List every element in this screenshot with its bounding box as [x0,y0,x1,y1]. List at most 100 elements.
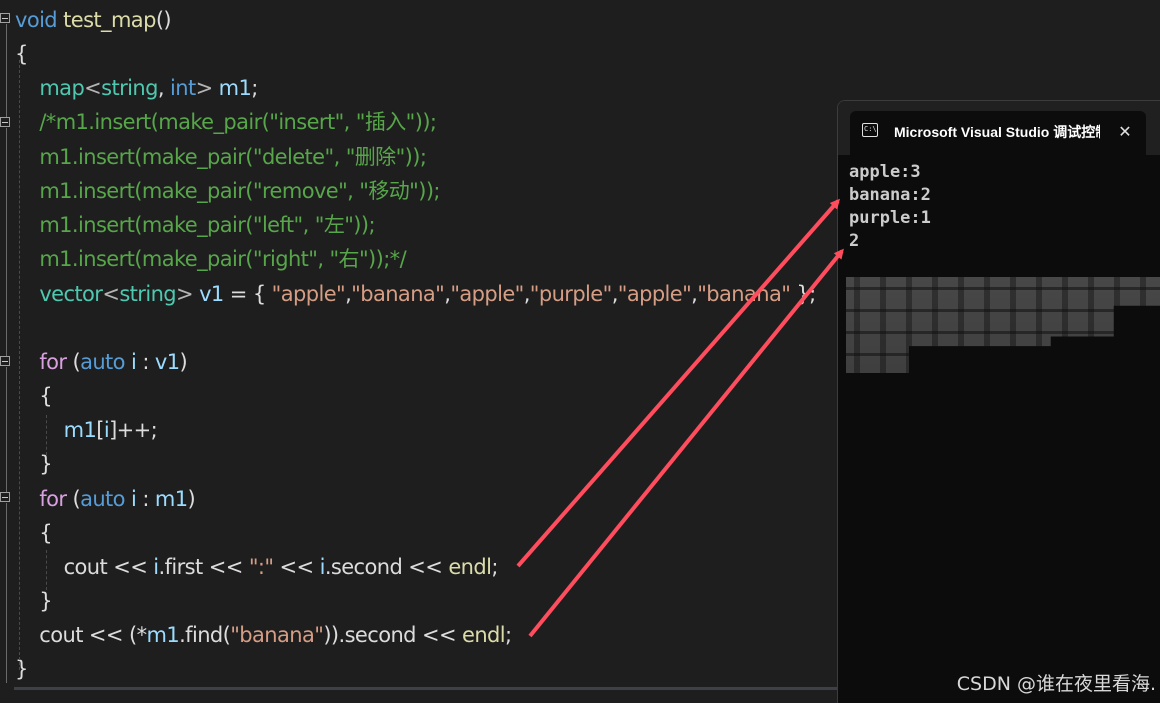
code-token: "banana" [351,282,445,306]
code-token: "purple" [529,282,612,306]
code-token: v1 [199,282,224,306]
code-token: for [39,350,67,374]
code-token: : [136,487,155,511]
console-output: apple:3 banana:2 purple:1 2 [849,161,1149,253]
code-token: ) [179,350,188,374]
code-token: string [101,76,158,100]
indent-guide [46,415,47,455]
code-token: ; [505,623,512,647]
code-line[interactable]: m1.insert(make_pair("remove", "移动")); [15,174,440,208]
code-token: } [15,657,28,681]
fold-line [6,128,7,356]
code-token: "apple" [617,282,692,306]
code-line[interactable]: } [15,652,28,686]
console-output-line: purple:1 [849,208,931,228]
code-line[interactable]: m1.insert(make_pair("delete", "删除")); [15,140,427,174]
code-token: << [273,555,320,579]
code-token: () [155,8,172,32]
code-token: m1.insert(make_pair("left", "左")); [39,213,375,237]
code-token: int [170,76,196,100]
code-token: cout << [15,555,154,579]
code-token: > [176,282,200,306]
fold-toggle-comment[interactable] [0,117,10,127]
code-token: )).second << [323,623,463,647]
code-token: { [15,521,53,545]
debug-console-window[interactable]: C:\ Microsoft Visual Studio 调试控制台 ✕ appl… [837,100,1160,703]
code-token: test_map [63,8,156,32]
redacted-blur [846,277,1160,373]
code-token: { [15,384,53,408]
code-line[interactable]: { [15,37,28,71]
code-token: ; [251,76,258,100]
code-token: , [157,76,171,100]
code-line[interactable]: map<string, int> m1; [15,71,258,105]
code-line[interactable]: m1.insert(make_pair("left", "左")); [15,208,375,242]
code-token: /*m1.insert(make_pair("insert", "插入")); [39,110,437,134]
fold-line [6,24,7,117]
indent-guide [46,550,47,590]
code-token: "banana" [230,623,324,647]
code-token: [ [96,418,104,442]
code-line[interactable]: vector<string> v1 = { "apple","banana","… [15,277,816,311]
console-titlebar[interactable]: C:\ Microsoft Visual Studio 调试控制台 ✕ [838,101,1160,155]
code-token: ":" [248,555,274,579]
code-line[interactable]: cout << (*m1.find("banana")).second << e… [15,618,512,652]
code-token: > [195,76,219,100]
code-token: "apple" [450,282,524,306]
code-token: endl [462,623,506,647]
code-token: vector [39,282,103,306]
code-token: endl [448,555,492,579]
code-token: m1.insert(make_pair("delete", "删除")); [39,145,427,169]
code-line[interactable]: m1[i]++; [15,413,158,447]
code-token: { [15,42,28,66]
code-line[interactable]: m1.insert(make_pair("right", "右"));*/ [15,242,406,276]
code-line[interactable]: for (auto i : m1) [15,482,195,516]
code-line[interactable]: cout << i.first << ":" << i.second << en… [15,550,499,584]
code-token: auto [80,487,125,511]
code-token: = { [223,282,272,306]
code-token: } [15,589,53,613]
code-line[interactable]: /*m1.insert(make_pair("insert", "插入")); [15,105,437,139]
code-token: auto [80,350,125,374]
fold-toggle-function[interactable] [0,13,10,23]
console-window-icon: C:\ [862,123,878,137]
code-token: m1.insert(make_pair("right", "右"));*/ [39,247,407,271]
code-token: .first << [158,555,249,579]
code-token: string [119,282,177,306]
fold-line [6,367,7,492]
console-output-line: 2 [849,231,860,251]
code-token: ) [187,487,196,511]
code-token: cout << (* [15,623,147,647]
close-icon[interactable]: ✕ [1114,121,1136,143]
code-token: m1 [154,487,188,511]
code-token: } [15,452,53,476]
fold-line [6,503,7,683]
code-token: < [84,76,102,100]
code-token: }; [790,282,816,306]
code-token: .second << [324,555,449,579]
code-line[interactable]: { [15,379,52,413]
code-token: < [102,282,120,306]
console-output-line: apple:3 [849,162,921,182]
code-token: ]++; [109,418,158,442]
console-title: Microsoft Visual Studio 调试控制台 [894,124,1100,140]
code-token: map [39,76,85,100]
console-tab[interactable]: C:\ Microsoft Visual Studio 调试控制台 ✕ [850,111,1146,155]
code-token: void [15,8,58,32]
code-token: "banana" [697,282,791,306]
code-line[interactable]: for (auto i : v1) [15,345,187,379]
code-line[interactable]: { [15,516,52,550]
code-token: "apple" [271,282,346,306]
horizontal-scrollbar[interactable] [14,687,837,690]
code-token: m1 [146,623,180,647]
code-token: ( [66,487,81,511]
code-token: m1.insert(make_pair("remove", "移动")); [39,179,440,203]
code-token: m1 [63,418,97,442]
code-token: m1 [218,76,252,100]
fold-toggle-for-v1[interactable] [0,356,10,366]
code-token: .find( [179,623,231,647]
indent-guide [19,60,20,670]
code-line[interactable]: void test_map() [15,3,172,37]
fold-toggle-for-m1[interactable] [0,492,10,502]
